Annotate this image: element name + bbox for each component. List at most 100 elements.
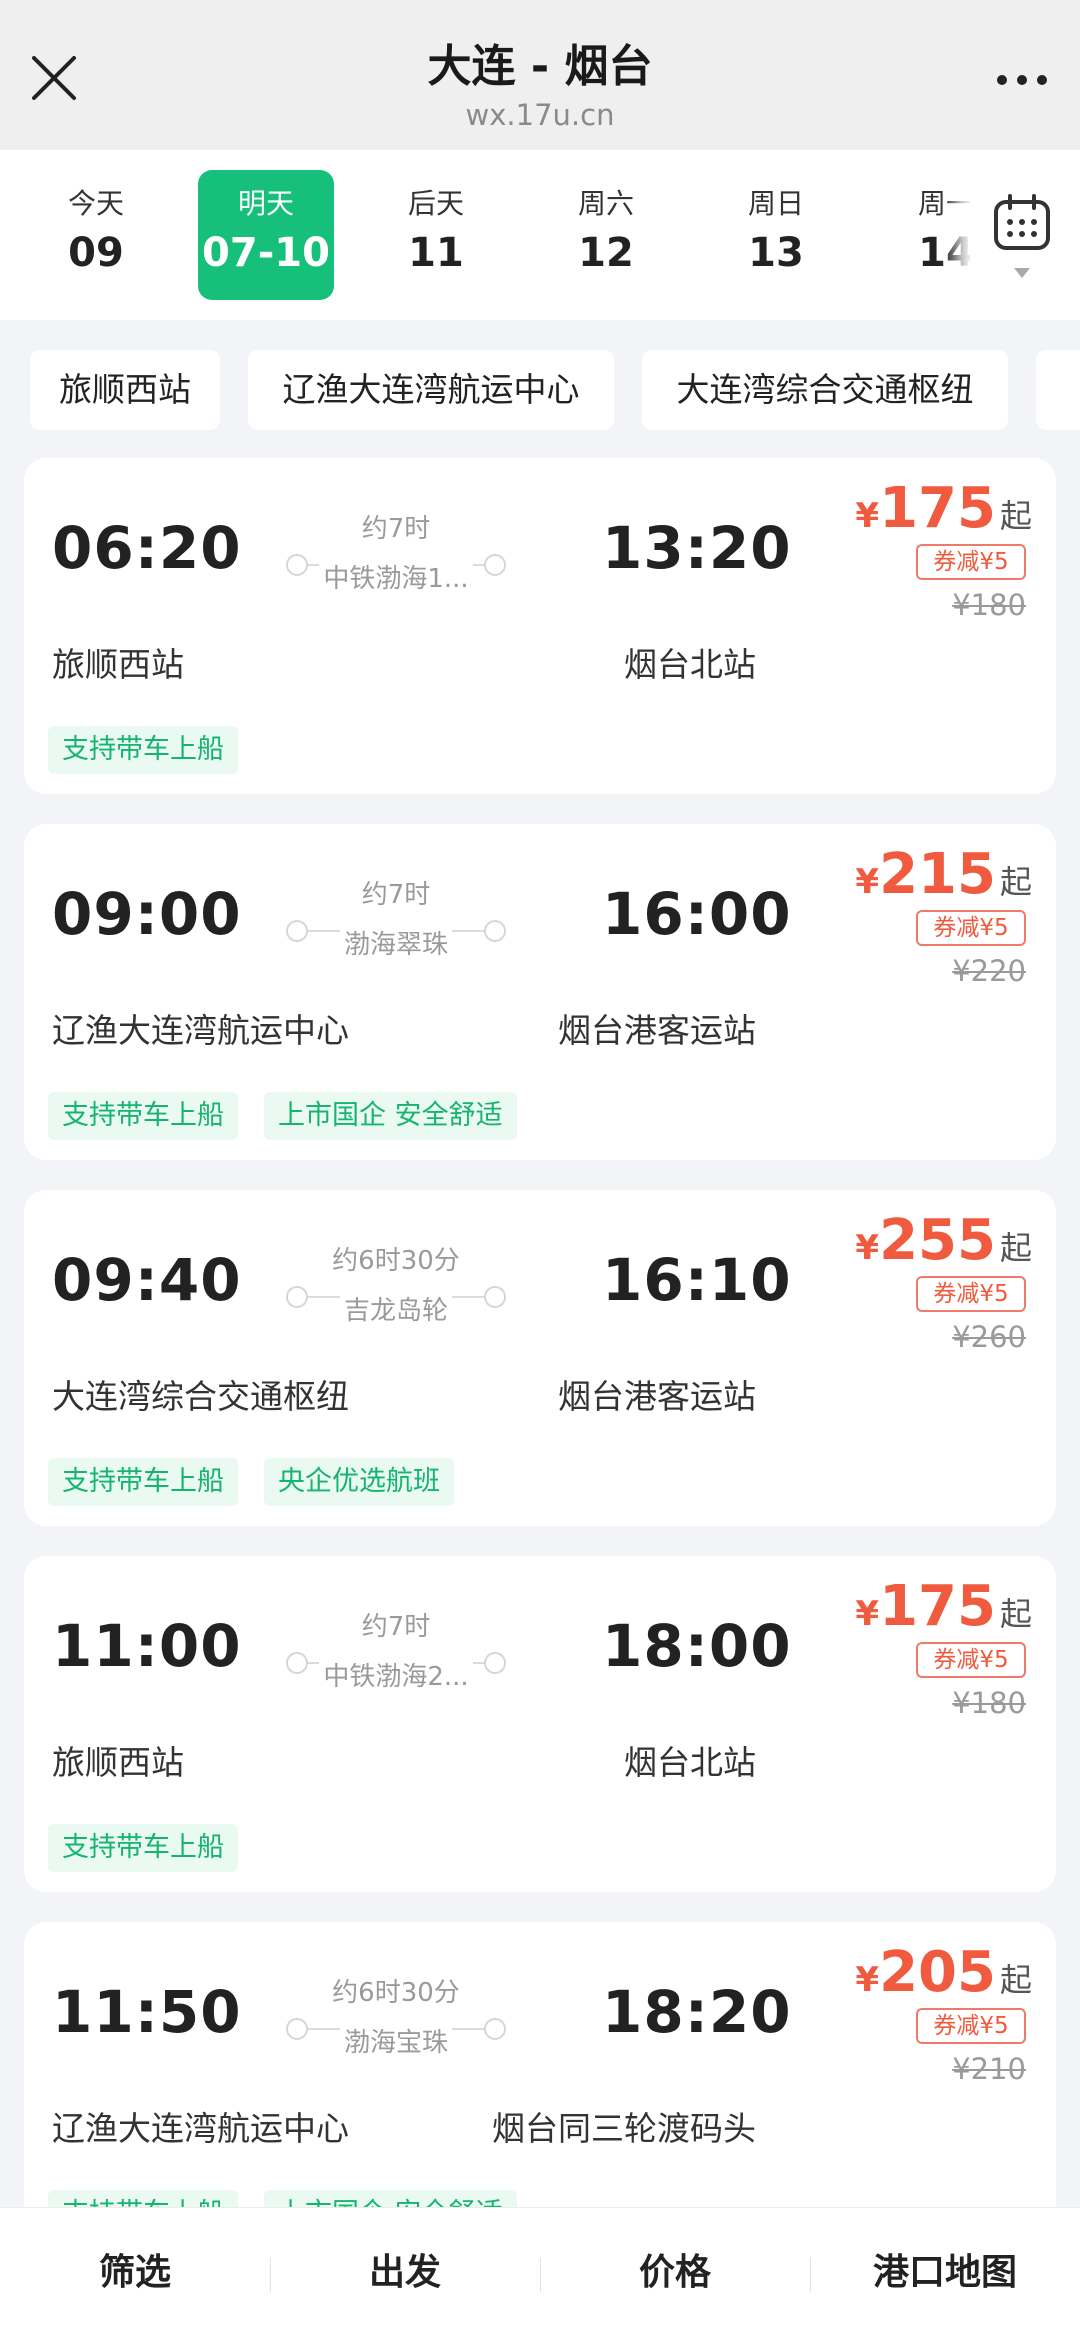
duration: 约6时30分 [332, 1978, 460, 2008]
price-value: 255 [879, 1208, 996, 1273]
arrival-time: 18:00 [602, 1612, 792, 1680]
station-filter-row: 旅顺西站 辽渔大连湾航运中心 大连湾综合交通枢纽 [0, 320, 1080, 450]
ship-name-wrap: 渤海宝珠 [286, 2022, 506, 2059]
price: ¥175 起 [855, 1574, 1032, 1639]
currency-symbol: ¥ [855, 1960, 880, 2000]
ship-name-wrap: 吉龙岛轮 [286, 1290, 506, 1327]
price: ¥255 起 [855, 1208, 1032, 1273]
price-suffix: 起 [999, 863, 1032, 901]
port-map-button[interactable]: 港口地图 [810, 2208, 1080, 2337]
calendar-icon [994, 194, 1050, 250]
date-tab-today[interactable]: 今天 09 [28, 170, 164, 300]
departure-station: 旅顺西站 [52, 645, 184, 684]
page-url: wx.17u.cn [465, 98, 615, 132]
bottom-toolbar: 筛选 出发 价格 港口地图 [0, 2207, 1080, 2337]
departure-time: 06:20 [52, 514, 242, 582]
ship-name: 渤海翠珠 [339, 930, 452, 960]
date-tab-sunday[interactable]: 周日 13 [708, 170, 844, 300]
tag: 央企优选航班 [264, 1458, 454, 1506]
departure-station: 辽渔大连湾航运中心 [52, 1011, 349, 1050]
trip-card[interactable]: 11:00 约7时 中铁渤海2... 18:00 旅顺西站 烟台北站 ¥175 起… [24, 1556, 1056, 1892]
departure-station: 旅顺西站 [52, 1743, 184, 1782]
departure-station: 辽渔大连湾航运中心 [52, 2109, 349, 2148]
tag-list: 支持带车上船 [48, 1824, 264, 1872]
calendar-button[interactable] [970, 150, 1080, 320]
original-price: ¥180 [952, 588, 1026, 622]
coupon-badge: 券减¥5 [916, 544, 1026, 580]
date-selector: 今天 09 明天 07-10 后天 11 周六 12 周日 13 周一 14 [0, 150, 1080, 320]
price-value: 215 [879, 842, 996, 907]
departure-time: 11:00 [52, 1612, 242, 1680]
original-price: ¥210 [952, 2052, 1026, 2086]
tag-list: 支持带车上船 [48, 726, 264, 774]
date-label: 今天 [67, 187, 124, 220]
coupon-badge: 券减¥5 [916, 1276, 1026, 1312]
top-navigation-bar: 大连 - 烟台 wx.17u.cn [0, 0, 1080, 150]
ship-name-wrap: 渤海翠珠 [286, 924, 506, 961]
duration: 约7时 [361, 1612, 431, 1642]
price: ¥215 起 [855, 842, 1032, 907]
price: ¥205 起 [855, 1940, 1032, 2005]
date-tab-day-after[interactable]: 后天 11 [368, 170, 504, 300]
date-tab-tomorrow[interactable]: 明天 07-10 [198, 170, 334, 300]
original-price: ¥180 [952, 1686, 1026, 1720]
price-value: 175 [879, 476, 996, 541]
price-suffix: 起 [999, 1595, 1032, 1633]
arrival-station: 烟台同三轮渡码头 [492, 2109, 756, 2148]
trip-card[interactable]: 09:00 约7时 渤海翠珠 16:00 辽渔大连湾航运中心 烟台港客运站 ¥2… [24, 824, 1056, 1160]
date-number: 07-10 [202, 230, 330, 276]
tag-list: 支持带车上船 央企优选航班 [48, 1458, 480, 1506]
more-options-icon[interactable] [992, 60, 1052, 100]
coupon-badge: 券减¥5 [916, 910, 1026, 946]
price-value: 175 [879, 1574, 996, 1639]
currency-symbol: ¥ [855, 1594, 880, 1634]
date-number: 12 [578, 230, 634, 276]
station-chip-liaoyu-dalian-bay[interactable]: 辽渔大连湾航运中心 [248, 350, 614, 430]
station-chip-dalian-bay-hub[interactable]: 大连湾综合交通枢纽 [642, 350, 1008, 430]
page-title: 大连 - 烟台 [427, 41, 653, 92]
trip-card[interactable]: 09:40 约6时30分 吉龙岛轮 16:10 大连湾综合交通枢纽 烟台港客运站… [24, 1190, 1056, 1526]
filter-button[interactable]: 筛选 [0, 2208, 270, 2337]
tag: 支持带车上船 [48, 1092, 238, 1140]
date-number: 11 [408, 230, 464, 276]
duration: 约7时 [361, 514, 431, 544]
arrival-time: 16:10 [602, 1246, 792, 1314]
trip-card[interactable]: 06:20 约7时 中铁渤海1... 13:20 旅顺西站 烟台北站 ¥175 起… [24, 458, 1056, 794]
arrival-station: 烟台港客运站 [558, 1377, 756, 1416]
ship-name: 中铁渤海2... [319, 1662, 473, 1692]
original-price: ¥260 [952, 1320, 1026, 1354]
coupon-badge: 券减¥5 [916, 2008, 1026, 2044]
duration: 约6时30分 [332, 1246, 460, 1276]
currency-symbol: ¥ [855, 862, 880, 902]
arrival-station: 烟台港客运站 [558, 1011, 756, 1050]
sort-departure-button[interactable]: 出发 [270, 2208, 540, 2337]
tag: 支持带车上船 [48, 1824, 238, 1872]
date-number: 13 [748, 230, 804, 276]
date-label: 后天 [407, 187, 464, 220]
price-value: 205 [879, 1940, 996, 2005]
coupon-badge: 券减¥5 [916, 1642, 1026, 1678]
date-label: 明天 [237, 187, 294, 220]
price: ¥175 起 [855, 476, 1032, 541]
station-chip-more[interactable] [1036, 350, 1080, 430]
tag: 支持带车上船 [48, 726, 238, 774]
station-chip-lvshun-west[interactable]: 旅顺西站 [30, 350, 220, 430]
arrival-station: 烟台北站 [624, 645, 756, 684]
currency-symbol: ¥ [855, 1228, 880, 1268]
ship-name: 吉龙岛轮 [339, 1296, 452, 1326]
original-price: ¥220 [952, 954, 1026, 988]
date-number: 09 [68, 230, 124, 276]
tag: 支持带车上船 [48, 1458, 238, 1506]
departure-time: 09:40 [52, 1246, 242, 1314]
sort-price-button[interactable]: 价格 [540, 2208, 810, 2337]
arrival-time: 13:20 [602, 514, 792, 582]
ship-name: 渤海宝珠 [339, 2028, 452, 2058]
caret-down-icon [1014, 268, 1030, 278]
date-tab-saturday[interactable]: 周六 12 [538, 170, 674, 300]
arrival-time: 16:00 [602, 880, 792, 948]
ship-name-wrap: 中铁渤海1... [286, 558, 506, 595]
departure-station: 大连湾综合交通枢纽 [52, 1377, 349, 1416]
arrival-station: 烟台北站 [624, 1743, 756, 1782]
date-label: 周六 [577, 187, 634, 220]
ship-name-wrap: 中铁渤海2... [286, 1656, 506, 1693]
